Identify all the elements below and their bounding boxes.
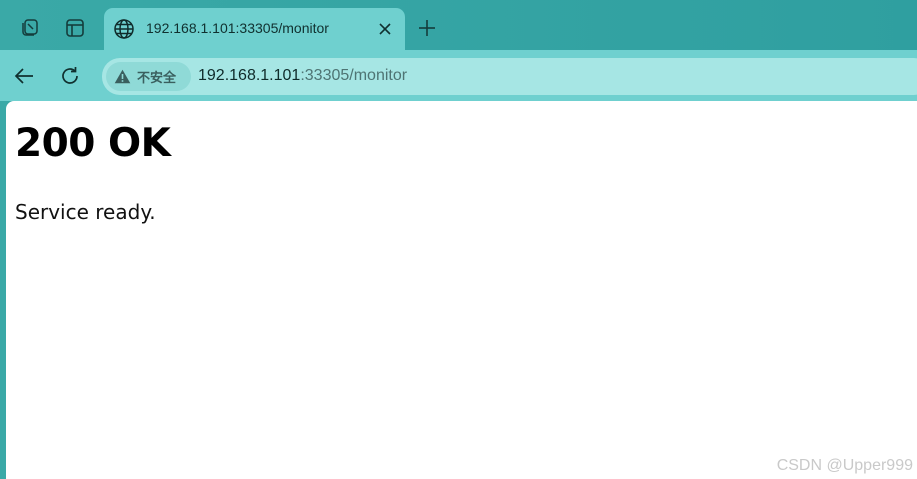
- tab-actions-icon: [66, 19, 84, 37]
- page-heading: 200 OK: [15, 121, 171, 166]
- status-message: Service ready.: [15, 200, 156, 224]
- url-host: 192.168.1.101: [198, 67, 301, 84]
- watermark: CSDN @Upper999: [776, 457, 913, 474]
- reload-button[interactable]: [53, 59, 87, 93]
- security-label: 不安全: [137, 71, 177, 86]
- tab-active[interactable]: 192.168.1.101:33305/monitor: [104, 8, 405, 50]
- address-bar[interactable]: 不安全 192.168.1.101:33305/monitor: [102, 58, 917, 95]
- tab-actions-button[interactable]: [58, 12, 92, 44]
- url-path: :33305/monitor: [300, 67, 408, 84]
- warning-icon: [114, 69, 131, 84]
- new-tab-button[interactable]: [412, 12, 442, 44]
- page-content: 200 OK Service ready. CSDN @Upper999: [6, 101, 917, 479]
- browser-window: 192.168.1.101:33305/monitor 不安全 192.168.…: [0, 0, 917, 479]
- url-text[interactable]: 192.168.1.101:33305/monitor: [198, 67, 407, 85]
- plus-icon: [419, 20, 435, 36]
- back-arrow-icon: [14, 68, 33, 84]
- reload-icon: [62, 67, 78, 84]
- workspaces-icon: [22, 19, 38, 36]
- tab-strip: 192.168.1.101:33305/monitor: [0, 0, 917, 50]
- tab-title: 192.168.1.101:33305/monitor: [146, 20, 329, 36]
- close-icon: [379, 23, 391, 35]
- globe-icon: [114, 19, 134, 39]
- tab-close-button[interactable]: [375, 19, 395, 39]
- security-chip[interactable]: 不安全: [106, 62, 191, 91]
- workspaces-button[interactable]: [13, 12, 47, 44]
- back-button[interactable]: [7, 59, 41, 93]
- toolbar: 不安全 192.168.1.101:33305/monitor: [0, 50, 917, 101]
